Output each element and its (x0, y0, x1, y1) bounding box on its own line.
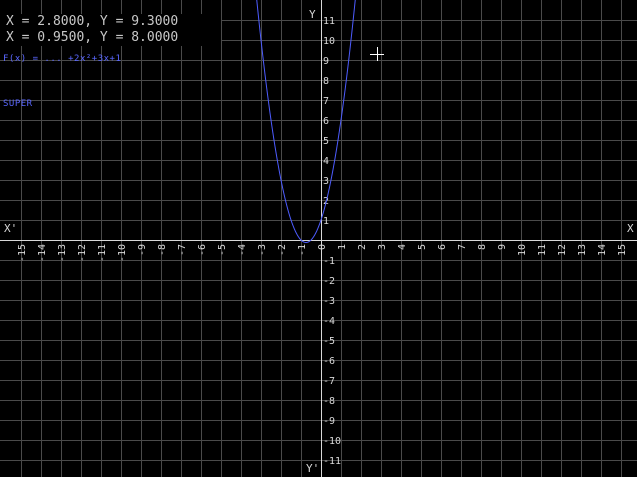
x-tick-label: 11 (537, 244, 548, 256)
coordinate-readout-1: X = 2.8000, Y = 9.3000 (0, 14, 221, 30)
function-formula: F(x) = ... +2x²+3x+1 (3, 54, 122, 64)
y-tick-label: 5 (323, 136, 329, 147)
x-tick-label: 10 (517, 244, 528, 256)
x-tick-label: -7 (177, 244, 188, 256)
y-negative-axis-label: Y' (306, 462, 320, 475)
mode-label: SUPER (3, 99, 33, 109)
x-tick-label: 1 (337, 244, 348, 250)
x-tick-label: 6 (437, 244, 448, 250)
x-tick-label: -15 (17, 244, 28, 262)
x-tick-label: -14 (37, 244, 48, 262)
x-tick-label: -12 (77, 244, 88, 262)
x-tick-label: 2 (357, 244, 368, 250)
y-tick-label: -5 (323, 336, 335, 347)
x-tick-label: 4 (397, 244, 408, 250)
y-tick-label: 11 (323, 16, 335, 27)
x-tick-label: -2 (277, 244, 288, 256)
x-axis-label: X (627, 222, 634, 235)
x-tick-label: 5 (417, 244, 428, 250)
x-tick-label: -1 (297, 244, 308, 256)
y-tick-label: -1 (323, 256, 335, 267)
y-tick-label: 9 (323, 56, 329, 67)
y-tick-label: 4 (323, 156, 329, 167)
y-tick-label: 6 (323, 116, 329, 127)
x-tick-label: -8 (157, 244, 168, 256)
x-tick-label: -10 (117, 244, 128, 262)
x-tick-label: -4 (237, 244, 248, 256)
x-tick-label: 15 (617, 244, 628, 256)
x-tick-label: 8 (477, 244, 488, 250)
y-axis-label: Y (309, 8, 316, 21)
y-tick-label: -2 (323, 276, 335, 287)
x-tick-label: 14 (597, 244, 608, 256)
x-negative-axis-label: X' (4, 222, 18, 235)
y-tick-label: 8 (323, 76, 329, 87)
y-tick-label: 1 (323, 216, 329, 227)
x-tick-label: -13 (57, 244, 68, 262)
x-tick-label: 9 (497, 244, 508, 250)
x-tick-label: 3 (377, 244, 388, 250)
y-tick-label: 7 (323, 96, 329, 107)
plot-canvas[interactable]: -15 -14 -13 -12 -11 -10 -9 -8 -7 -6 -5 -4 -3 -2 -1 0 1 2 3… (0, 0, 637, 477)
y-tick-label: 10 (323, 36, 335, 47)
x-tick-label: 7 (457, 244, 468, 250)
y-tick-label: -11 (323, 456, 341, 467)
y-tick-label: 3 (323, 176, 329, 187)
x-tick-label: -5 (217, 244, 228, 256)
x-tick-label: 12 (557, 244, 568, 256)
coordinate-readout-2: X = 0.9500, Y = 8.0000 (0, 30, 221, 46)
y-tick-label: -9 (323, 416, 335, 427)
x-tick-label: 0 (317, 244, 328, 250)
x-tick-label: -9 (137, 244, 148, 256)
x-tick-label: -6 (197, 244, 208, 256)
y-tick-label: -10 (323, 436, 341, 447)
graph-window[interactable]: -15 -14 -13 -12 -11 -10 -9 -8 -7 -6 -5 -4 -3 -2 -1 0 1 2 3… (0, 0, 637, 477)
x-tick-label: -3 (257, 244, 268, 256)
y-tick-label: -4 (323, 316, 335, 327)
x-tick-label: -11 (97, 244, 108, 262)
y-tick-label: -3 (323, 296, 335, 307)
x-tick-label: 13 (577, 244, 588, 256)
y-tick-label: -8 (323, 396, 335, 407)
y-tick-label: -7 (323, 376, 335, 387)
y-tick-label: -6 (323, 356, 335, 367)
